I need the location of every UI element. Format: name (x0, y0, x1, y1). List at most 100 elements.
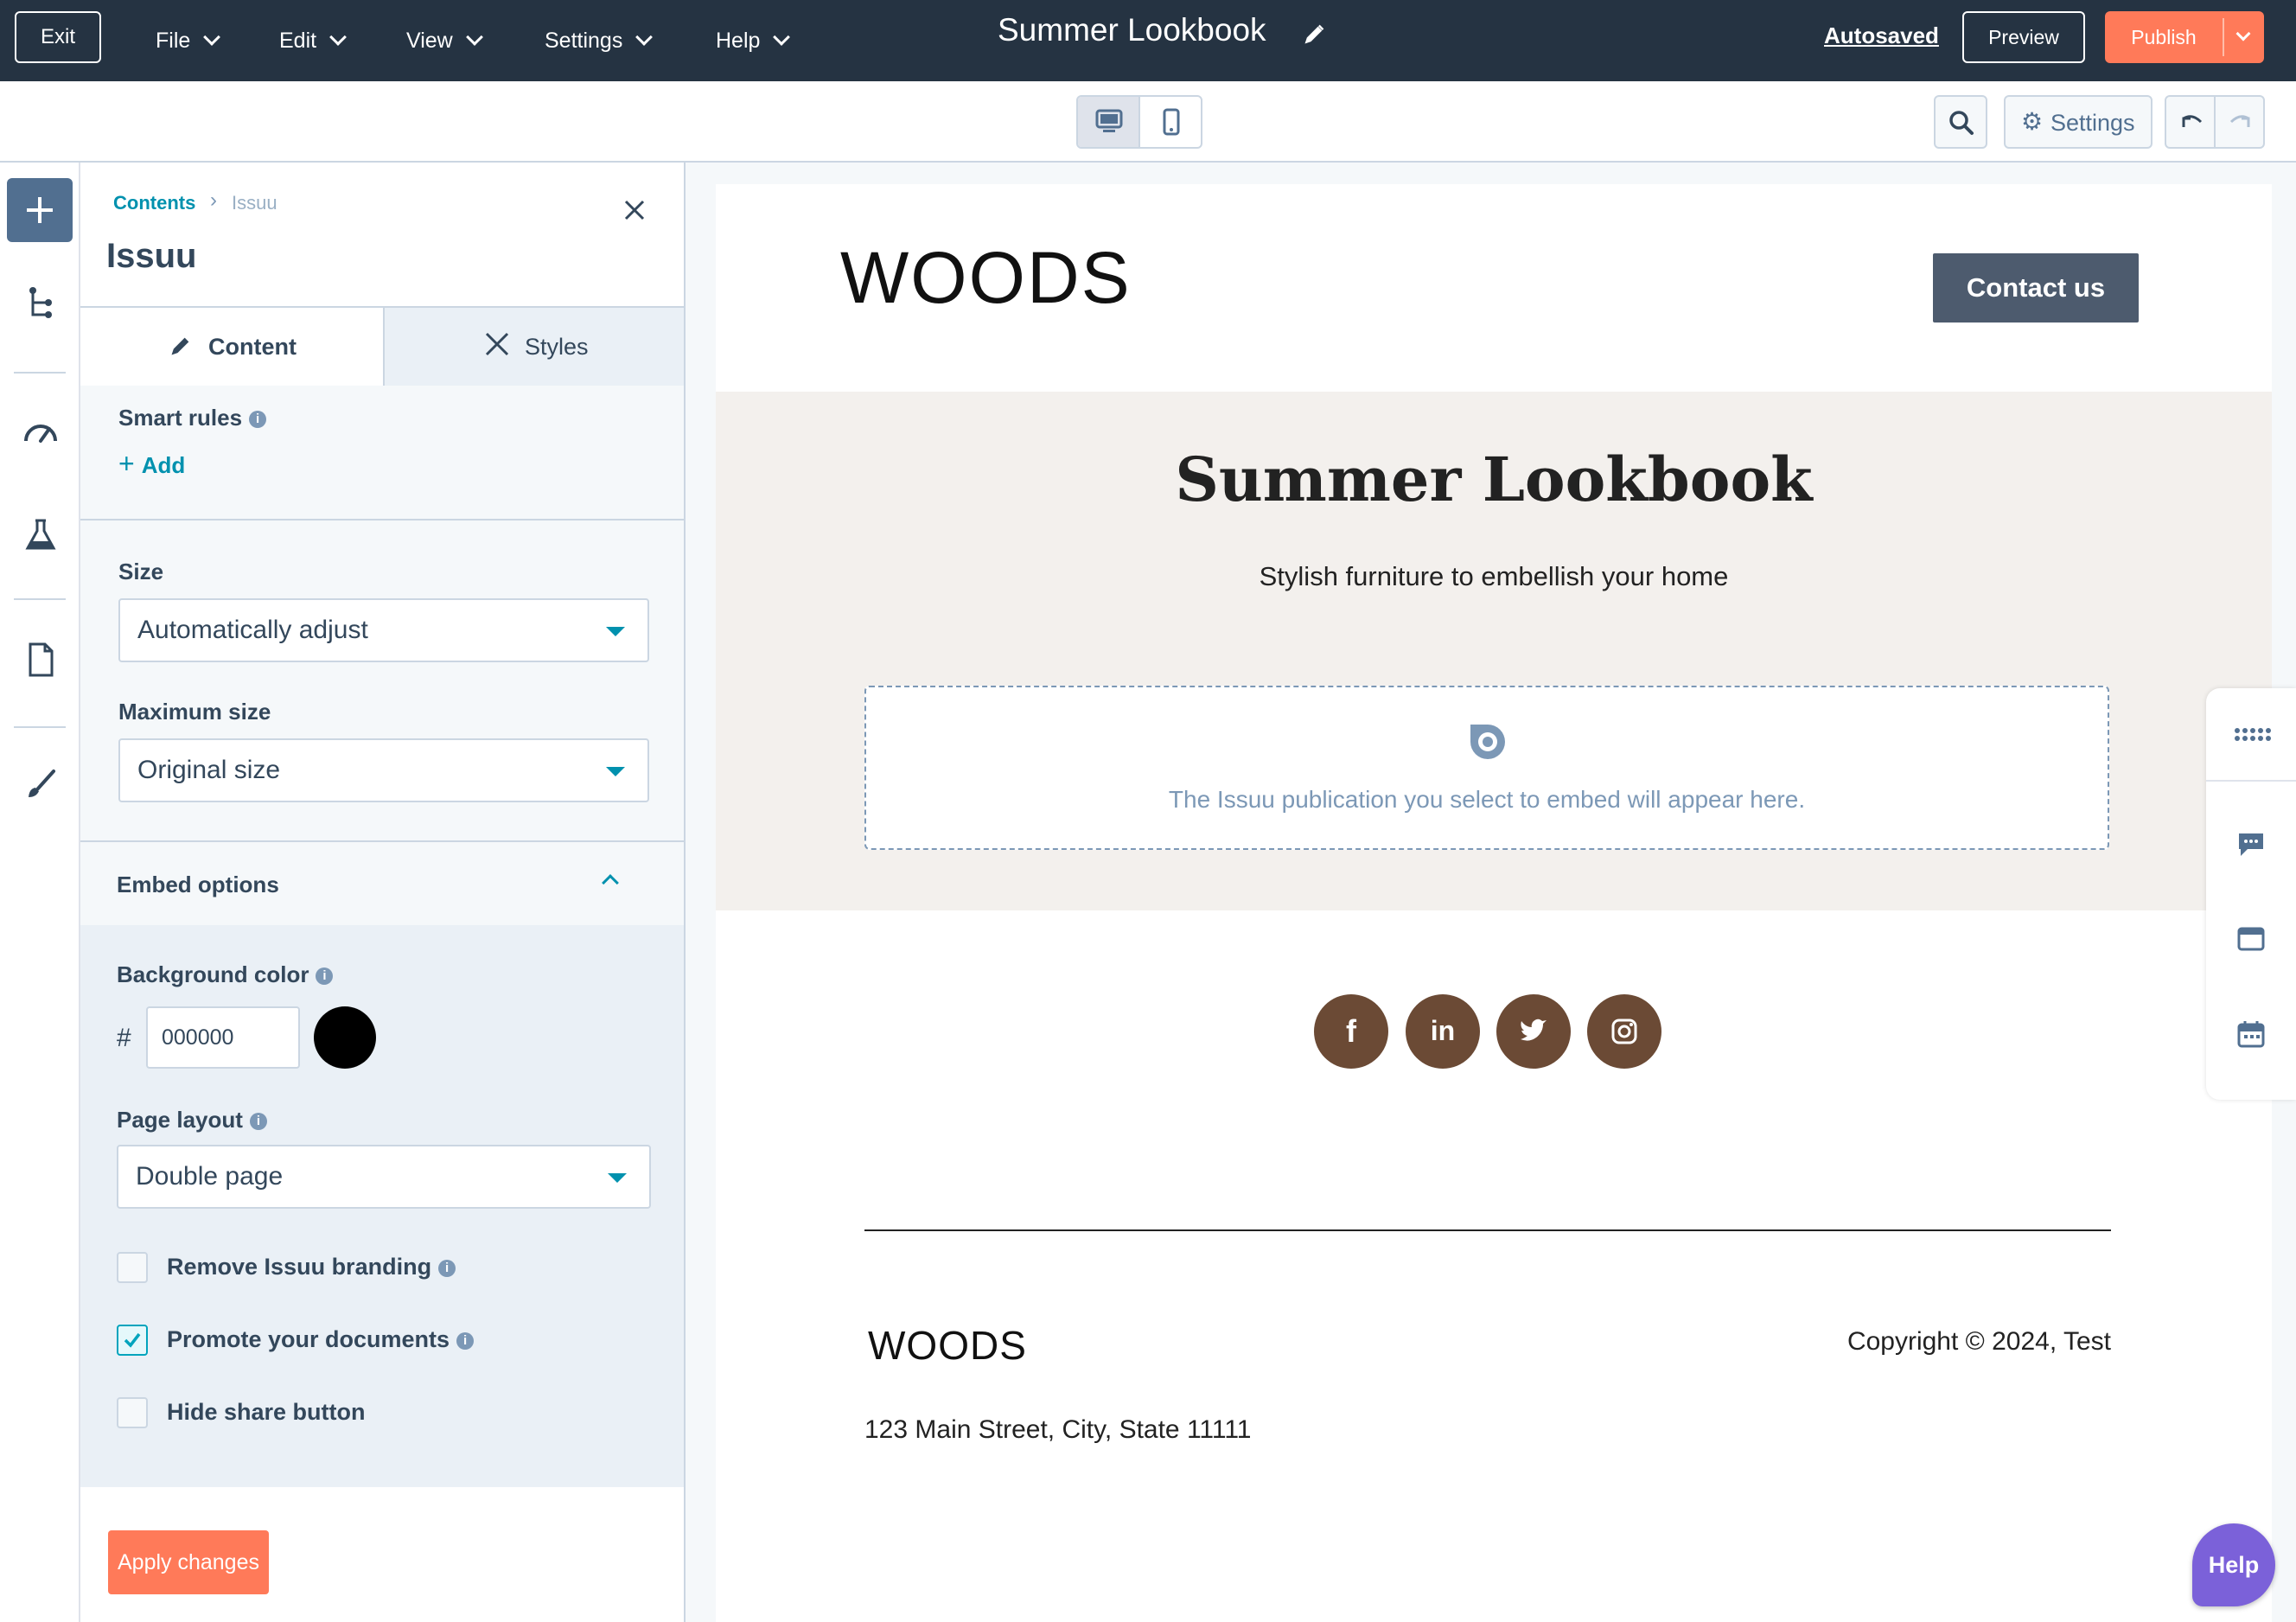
pencil-icon[interactable] (1302, 22, 1326, 47)
embed-placeholder-text: The Issuu publication you select to embe… (1168, 786, 1806, 813)
undo-icon (2182, 115, 2203, 127)
menu-settings[interactable]: Settings (545, 0, 654, 81)
pencil-icon (171, 337, 189, 355)
background-color-input[interactable] (146, 1006, 300, 1069)
plus-icon: + (118, 448, 135, 479)
divider (2206, 780, 2296, 782)
preview-button[interactable]: Preview (1962, 11, 2085, 63)
embed-options-header[interactable]: Embed options (80, 842, 684, 925)
panel-title: Issuu (106, 237, 197, 275)
size-select[interactable]: Automatically adjust (118, 598, 649, 662)
tab-styles[interactable]: Styles (383, 308, 684, 386)
hero-heading[interactable]: Summer Lookbook (716, 444, 2272, 515)
promote-documents-checkbox[interactable] (117, 1325, 148, 1356)
layout-tree-icon[interactable] (22, 285, 59, 322)
header-logo[interactable]: WOODS (840, 236, 1132, 320)
menu-edit[interactable]: Edit (279, 0, 347, 81)
undo-button[interactable] (2166, 97, 2216, 147)
hide-share-checkbox[interactable] (117, 1397, 148, 1428)
exit-button[interactable]: Exit (15, 11, 101, 63)
gear-icon: ⚙ (2021, 108, 2044, 135)
hash-symbol: # (117, 1024, 131, 1052)
grid-dots-icon[interactable] (2234, 726, 2272, 744)
chat-icon[interactable] (2237, 832, 2265, 858)
tab-styles-label: Styles (525, 334, 589, 360)
info-icon[interactable]: i (249, 1113, 267, 1131)
background-color-label: Background color i (117, 961, 334, 988)
flask-icon[interactable] (22, 517, 59, 553)
add-module-button[interactable] (7, 178, 73, 242)
autosaved-status[interactable]: Autosaved (1824, 22, 1939, 49)
device-toggle (1076, 95, 1202, 149)
plus-icon (27, 197, 53, 223)
tab-content-label: Content (208, 334, 297, 360)
info-icon[interactable]: i (316, 967, 334, 986)
page-preview: WOODS Contact us Summer Lookbook Stylish… (716, 184, 2272, 1622)
undo-redo-group (2165, 95, 2265, 149)
menu-view[interactable]: View (406, 0, 483, 81)
brush-icon[interactable] (22, 766, 59, 802)
chevron-down-icon (635, 29, 654, 46)
embed-options-body: Background colori # Page layouti Double … (80, 925, 684, 1487)
left-rail (0, 163, 80, 1622)
publish-group: Publish (2105, 11, 2264, 63)
settings-button[interactable]: ⚙ Settings (2004, 95, 2152, 149)
info-icon[interactable]: i (249, 411, 267, 429)
chevron-down-icon (203, 29, 221, 46)
size-section: Size Automatically adjust Maximum size O… (80, 520, 684, 842)
page-icon[interactable] (22, 642, 59, 678)
chevron-up-icon (602, 874, 619, 891)
caret-down-icon (606, 767, 625, 776)
breadcrumb-current: Issuu (232, 192, 277, 214)
hero-subheading[interactable]: Stylish furniture to embellish your home (716, 561, 2272, 592)
breadcrumb-contents[interactable]: Contents (113, 192, 195, 214)
right-tool-bar (2206, 688, 2296, 1100)
footer-logo[interactable]: WOODS (868, 1322, 1027, 1369)
smart-rules-label: Smart rules i (118, 405, 267, 431)
search-button[interactable] (1934, 95, 1987, 149)
issuu-icon (1470, 725, 1505, 759)
add-smart-rule-button[interactable]: + Add (118, 448, 185, 480)
divider (14, 372, 66, 374)
redo-button[interactable] (2217, 97, 2265, 147)
desktop-view-button[interactable] (1078, 97, 1140, 147)
editor-toolbar: ⚙ Settings (0, 81, 2296, 163)
panel-tabs: Content Styles (80, 306, 684, 386)
brush-scissors-icon (485, 332, 509, 356)
info-icon[interactable]: i (438, 1259, 456, 1277)
calendar-icon[interactable] (2237, 1020, 2265, 1048)
twitter-icon[interactable] (1496, 994, 1571, 1069)
page-layout-select[interactable]: Double page (117, 1145, 651, 1209)
instagram-icon[interactable] (1587, 994, 1661, 1069)
info-icon[interactable]: i (456, 1331, 475, 1350)
linkedin-icon[interactable]: in (1406, 994, 1480, 1069)
mobile-view-button[interactable] (1142, 97, 1202, 147)
hero-section: Summer Lookbook Stylish furniture to emb… (716, 392, 2272, 910)
gauge-icon[interactable] (22, 415, 59, 451)
maximum-size-select[interactable]: Original size (118, 738, 649, 802)
remove-branding-label: Remove Issuu branding i (167, 1254, 456, 1280)
contact-us-button[interactable]: Contact us (1933, 253, 2139, 322)
help-button[interactable]: Help (2192, 1523, 2275, 1606)
caret-down-icon (606, 627, 625, 636)
mobile-icon (1163, 108, 1180, 136)
publish-dropdown-button[interactable] (2224, 11, 2264, 63)
publish-button[interactable]: Publish (2105, 11, 2223, 63)
chevron-down-icon (2235, 26, 2251, 42)
copyright-text[interactable]: Copyright © 2024, Test (1822, 1327, 2111, 1357)
close-icon[interactable] (623, 199, 646, 221)
document-title[interactable]: Summer Lookbook (998, 12, 1266, 48)
menu-help[interactable]: Help (716, 0, 791, 81)
checkmark-icon (124, 1332, 141, 1348)
menu-file[interactable]: File (156, 0, 221, 81)
tab-content[interactable]: Content (80, 308, 383, 386)
address-text[interactable]: 123 Main Street, City, State 11111 (864, 1415, 1251, 1445)
apply-changes-button[interactable]: Apply changes (108, 1530, 269, 1594)
remove-branding-checkbox[interactable] (117, 1252, 148, 1283)
embed-options-label: Embed options (117, 872, 279, 897)
facebook-icon[interactable]: f (1314, 994, 1388, 1069)
issuu-embed-placeholder[interactable]: The Issuu publication you select to embe… (864, 686, 2109, 850)
browser-window-icon[interactable] (2237, 927, 2265, 951)
color-swatch[interactable] (314, 1006, 376, 1069)
maximum-size-label: Maximum size (118, 699, 271, 725)
